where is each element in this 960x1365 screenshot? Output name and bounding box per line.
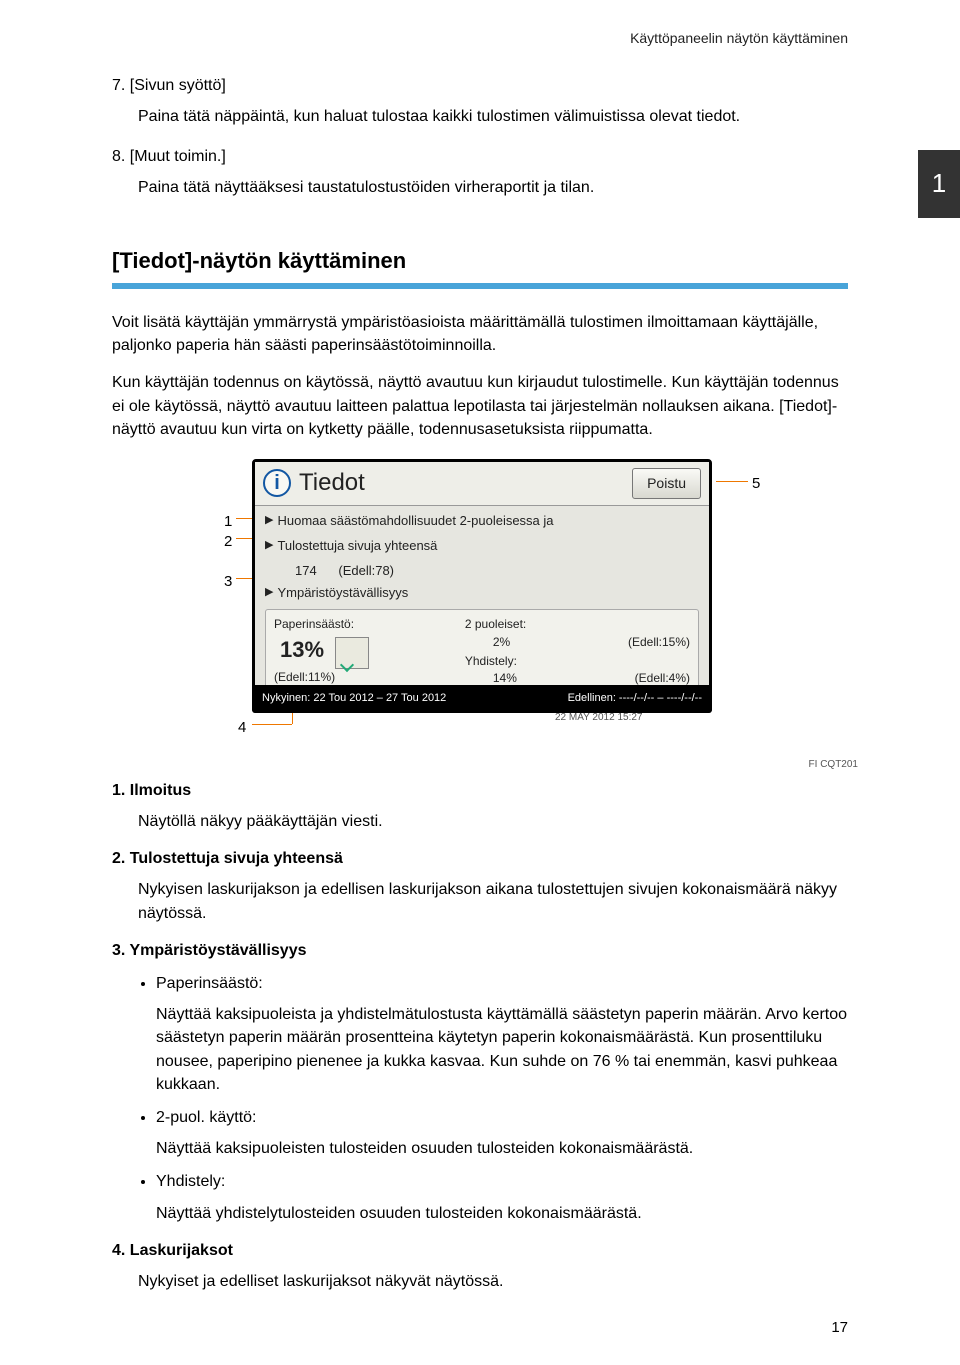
panel-row2-n: 174 xyxy=(295,563,317,578)
info-panel: i Tiedot Poistu ▶ Huomaa säästömahdollis… xyxy=(252,459,712,713)
def3-bullets2: 2-puol. käyttö: xyxy=(156,1106,848,1129)
definitions: 1. Ilmoitus Näytöllä näkyy pääkäyttäjän … xyxy=(112,779,848,1293)
panel-statusbar: Nykyinen: 22 Tou 2012 – 27 Tou 2012 Edel… xyxy=(252,685,712,713)
panel-title: Tiedot xyxy=(299,466,632,501)
lead-4h xyxy=(252,724,292,725)
screen-figure: 1 2 3 4 5 i Tiedot Poistu ▶ Huomaa sääst… xyxy=(112,459,848,759)
panel-bar-left: Nykyinen: 22 Tou 2012 – 27 Tou 2012 xyxy=(262,691,446,707)
env-r1-label: 2 puoleiset: xyxy=(465,616,526,633)
def1-body: Näytöllä näkyy pääkäyttäjän viesti. xyxy=(138,810,848,833)
running-head: Käyttöpaneelin näytön käyttäminen xyxy=(112,28,848,48)
section-title: [Tiedot]-näytön käyttäminen xyxy=(112,245,848,277)
panel-row3: Ympäristöystävällisyys xyxy=(277,584,408,603)
bullet-icon: ▶ xyxy=(265,537,273,554)
def3-b2-body: Näyttää kaksipuoleisten tulosteiden osuu… xyxy=(156,1137,848,1160)
figure-reference: FI CQT201 xyxy=(809,758,858,773)
env-r2-label: Yhdistely: xyxy=(465,653,517,670)
def2-body: Nykyisen laskurijakson ja edellisen lask… xyxy=(138,878,848,924)
def4-head: 4. Laskurijaksot xyxy=(112,1239,848,1262)
bullet-icon: ▶ xyxy=(265,584,273,601)
panel-row2: Tulostettuja sivuja yhteensä xyxy=(277,537,437,556)
def3-b3-body: Näyttää yhdistelytulosteiden osuuden tul… xyxy=(156,1202,848,1225)
bullet-icon: ▶ xyxy=(265,512,273,529)
def3-head: 3. Ympäristöystävällisyys xyxy=(112,939,848,962)
callout-1: 1 xyxy=(224,511,232,533)
panel-bar-right: Edellinen: ----/--/-- – ----/--/-- xyxy=(568,691,702,707)
panel-header: i Tiedot Poistu xyxy=(255,462,709,506)
callout-5: 5 xyxy=(752,473,760,495)
panel-row2-prev: (Edell:78) xyxy=(338,563,394,578)
lead-5 xyxy=(716,481,748,482)
info-icon: i xyxy=(263,469,291,497)
env-left-pct: 13% xyxy=(274,635,324,662)
env-r1-prev: (Edell:15%) xyxy=(628,634,690,651)
def3-b1-body: Näyttää kaksipuoleista ja yhdistelmätulo… xyxy=(156,1003,848,1096)
callout-2: 2 xyxy=(224,531,232,553)
section-p1: Voit lisätä käyttäjän ymmärrystä ympäris… xyxy=(112,311,848,357)
env-left-label: Paperinsäästö: xyxy=(274,616,451,633)
paper-cube-icon xyxy=(335,637,369,669)
panel-row1: Huomaa säästömahdollisuudet 2-puoleisess… xyxy=(277,512,553,531)
def1-head: 1. Ilmoitus xyxy=(112,779,848,802)
step-7-head: 7. [Sivun syöttö] xyxy=(112,74,848,97)
callout-4: 4 xyxy=(238,717,246,739)
callout-3: 3 xyxy=(224,571,232,593)
step-8-body: Paina tätä näyttääksesi taustatulostustö… xyxy=(138,176,848,199)
panel-body: ▶ Huomaa säästömahdollisuudet 2-puoleise… xyxy=(255,506,709,691)
step-8-head: 8. [Muut toimin.] xyxy=(112,145,848,168)
section-p2: Kun käyttäjän todennus on käytössä, näyt… xyxy=(112,371,848,441)
def3-b2: 2-puol. käyttö: xyxy=(156,1106,848,1129)
env-r1-val: 2% xyxy=(493,634,510,651)
section-rule xyxy=(112,283,848,289)
page-number: 17 xyxy=(831,1317,848,1339)
panel-timestamp: 22 MAY 2012 15:27 xyxy=(555,711,642,726)
exit-button[interactable]: Poistu xyxy=(632,468,701,498)
step-7-body: Paina tätä näppäintä, kun haluat tulosta… xyxy=(138,105,848,128)
def3-b1: Paperinsäästö: xyxy=(156,972,848,995)
def2-head: 2. Tulostettuja sivuja yhteensä xyxy=(112,847,848,870)
def4-body: Nykyiset ja edelliset laskurijaksot näky… xyxy=(138,1270,848,1293)
chapter-tab: 1 xyxy=(918,150,960,218)
def3-bullets3: Yhdistely: xyxy=(156,1170,848,1193)
def3-b3: Yhdistely: xyxy=(156,1170,848,1193)
def3-bullets: Paperinsäästö: xyxy=(156,972,848,995)
env-box: Paperinsäästö: 13% (Edell:11%) 2 puoleis… xyxy=(265,609,699,691)
numbered-steps: 7. [Sivun syöttö] Paina tätä näppäintä, … xyxy=(112,74,848,199)
